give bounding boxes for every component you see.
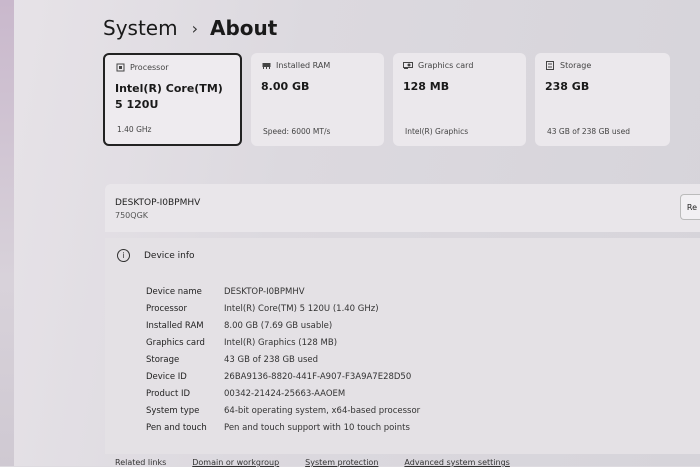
info-value: Intel(R) Graphics (128 MB)	[224, 338, 338, 348]
info-label: Installed RAM	[146, 321, 204, 331]
spec-card-graphics[interactable]: Graphics card 128 MB Intel(R) Graphics	[393, 53, 526, 146]
info-row: Device name DESKTOP-I0BPMHV	[146, 287, 305, 304]
info-row: Graphics card Intel(R) Graphics (128 MB)	[146, 338, 337, 355]
breadcrumb: System › About	[103, 12, 277, 44]
spec-card-storage[interactable]: Storage 238 GB 43 GB of 238 GB used	[535, 53, 670, 146]
info-value: 8.00 GB (7.69 GB usable)	[224, 321, 333, 331]
info-row: Installed RAM 8.00 GB (7.69 GB usable)	[146, 321, 332, 338]
info-label: Graphics card	[146, 338, 205, 348]
spec-label: Graphics card	[418, 61, 474, 70]
device-name-heading: DESKTOP-I0BPMHV	[115, 198, 201, 208]
info-value: DESKTOP-I0BPMHV	[224, 287, 305, 297]
chevron-right-icon: ›	[191, 18, 198, 38]
spec-value: Intel(R) Core(TM) 5 120U	[115, 82, 223, 111]
device-info-section: i Device info Device name DESKTOP-I0BPMH…	[105, 238, 700, 454]
nav-pane-edge	[0, 0, 14, 466]
info-row: Device ID 26BA9136-8820-441F-A907-F3A9A7…	[146, 372, 411, 389]
spec-label: Installed RAM	[276, 61, 331, 70]
info-row: Product ID 00342-21424-25663-AAOEM	[146, 389, 345, 406]
info-row: System type 64-bit operating system, x64…	[146, 406, 420, 423]
info-row: Pen and touch Pen and touch support with…	[146, 423, 410, 440]
settings-window: System › About Processor Intel(R) Core(T…	[0, 0, 700, 467]
info-icon: i	[117, 249, 130, 262]
info-row: Storage 43 GB of 238 GB used	[146, 355, 318, 372]
spec-subtext: Speed: 6000 MT/s	[263, 127, 331, 136]
info-value: Intel(R) Core(TM) 5 120U (1.40 GHz)	[224, 304, 379, 314]
spec-card-ram[interactable]: Installed RAM 8.00 GB Speed: 6000 MT/s	[251, 53, 384, 146]
info-label: Device name	[146, 287, 202, 297]
spec-value: 238 GB	[545, 80, 590, 93]
spec-card-processor[interactable]: Processor Intel(R) Core(TM) 5 120U 1.40 …	[103, 53, 242, 146]
info-label: Storage	[146, 355, 180, 365]
info-value: 43 GB of 238 GB used	[224, 355, 319, 365]
ram-icon	[261, 61, 271, 70]
info-row: Processor Intel(R) Core(TM) 5 120U (1.40…	[146, 304, 379, 321]
info-label: System type	[146, 406, 200, 416]
info-label: Device ID	[146, 372, 187, 382]
info-value: 64-bit operating system, x64-based proce…	[224, 406, 421, 416]
device-info-header[interactable]: i Device info	[117, 249, 195, 262]
graphics-card-icon	[403, 61, 413, 70]
processor-icon	[115, 63, 125, 72]
info-label: Product ID	[146, 389, 191, 399]
device-model: 750QGK	[115, 211, 149, 220]
info-value: 26BA9136-8820-441F-A907-F3A9A7E28D50	[224, 372, 412, 382]
spec-value: 128 MB	[403, 80, 450, 93]
spec-subtext: 1.40 GHz	[117, 125, 152, 134]
breadcrumb-system[interactable]: System	[103, 16, 178, 40]
spec-label: Storage	[560, 61, 592, 70]
spec-subtext: Intel(R) Graphics	[405, 127, 469, 136]
info-label: Processor	[146, 304, 187, 314]
spec-value: 8.00 GB	[261, 80, 310, 93]
spec-label: Processor	[130, 63, 169, 72]
info-value: Pen and touch support with 10 touch poin…	[224, 423, 410, 433]
device-header: DESKTOP-I0BPMHV 750QGK Re	[105, 184, 700, 232]
info-value: 00342-21424-25663-AAOEM	[224, 389, 346, 399]
spec-subtext: 43 GB of 238 GB used	[547, 127, 630, 136]
info-label: Pen and touch	[146, 423, 207, 433]
storage-icon	[545, 61, 555, 70]
page-title: About	[210, 16, 278, 40]
rename-button[interactable]: Re	[680, 194, 700, 220]
device-info-title: Device info	[144, 250, 195, 261]
